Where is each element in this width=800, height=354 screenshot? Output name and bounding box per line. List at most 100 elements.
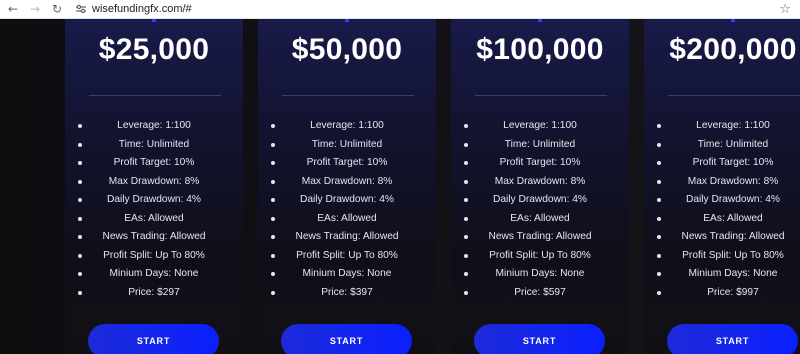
bullet-icon [464,290,468,295]
feature-item: Minium Days: None [258,265,436,284]
feature-text: Price: $997 [707,286,759,298]
feature-item: Price: $997 [644,284,800,303]
feature-item: Time: Unlimited [451,136,629,155]
feature-text: Max Drawdown: 8% [301,175,393,187]
feature-text: Time: Unlimited [118,138,190,150]
feature-text: Max Drawdown: 8% [108,175,200,187]
feature-list: Leverage: 1:100 Time: Unlimited Profit T… [258,117,436,302]
bullet-icon [657,253,661,258]
bullet-icon [464,142,468,147]
bullet-icon [657,124,661,128]
feature-text: Price: $297 [128,286,180,298]
forward-icon[interactable]: → [24,0,46,19]
plan-card-200k: $200,000 Leverage: 1:100 Time: Unlimited… [644,19,800,354]
bullet-icon [271,124,275,128]
feature-text: EAs: Allowed [124,212,184,224]
start-button[interactable]: START [667,324,798,354]
feature-item: Time: Unlimited [65,136,243,155]
bullet-icon [271,161,275,165]
feature-text: Price: $597 [514,286,566,298]
feature-text: Minium Days: None [302,268,392,279]
bullet-icon [271,235,275,239]
feature-item: Price: $297 [65,284,243,303]
bullet-icon [78,179,82,184]
feature-item: Daily Drawdown: 4% [258,191,436,210]
card-accent [731,19,735,22]
feature-text: Price: $397 [321,286,373,298]
bullet-icon [271,142,275,147]
feature-item: Leverage: 1:100 [451,117,629,136]
address-bar-url[interactable]: wisefundingfx.com/# [92,3,192,15]
plan-card-100k: $100,000 Leverage: 1:100 Time: Unlimited… [451,19,629,354]
plan-price: $50,000 [291,33,403,66]
feature-item: Max Drawdown: 8% [644,173,800,192]
feature-item: Profit Split: Up To 80% [451,247,629,266]
feature-item: EAs: Allowed [644,210,800,229]
feature-text: Daily Drawdown: 4% [493,194,587,205]
feature-text: Profit Target: 10% [692,157,774,168]
bullet-icon [271,198,275,202]
start-button[interactable]: START [88,324,219,354]
feature-text: Profit Split: Up To 80% [296,249,398,261]
bullet-icon [464,253,468,258]
bullet-icon [657,272,661,276]
bullet-icon [464,161,468,165]
feature-list: Leverage: 1:100 Time: Unlimited Profit T… [644,117,800,302]
bullet-icon [271,179,275,184]
bullet-icon [464,124,468,128]
feature-item: News Trading: Allowed [451,228,629,247]
feature-text: EAs: Allowed [317,212,377,224]
plan-price: $25,000 [98,33,210,66]
bullet-icon [78,161,82,165]
feature-text: EAs: Allowed [703,212,763,224]
feature-item: Minium Days: None [644,265,800,284]
feature-text: Minium Days: None [495,268,585,279]
bullet-icon [78,272,82,276]
feature-text: Daily Drawdown: 4% [107,194,201,205]
feature-item: Daily Drawdown: 4% [644,191,800,210]
bullet-icon [657,161,661,165]
feature-item: News Trading: Allowed [258,228,436,247]
feature-text: News Trading: Allowed [681,231,785,242]
feature-text: Daily Drawdown: 4% [686,194,780,205]
feature-item: Profit Target: 10% [65,154,243,173]
bullet-icon [271,272,275,276]
feature-item: Max Drawdown: 8% [451,173,629,192]
bullet-icon [657,179,661,184]
feature-item: Price: $597 [451,284,629,303]
card-accent [538,19,542,22]
bullet-icon [271,253,275,258]
plan-card-25k: $25,000 Leverage: 1:100 Time: Unlimited … [65,19,243,354]
bullet-icon [271,290,275,295]
bullet-icon [464,198,468,202]
feature-item: Daily Drawdown: 4% [451,191,629,210]
feature-text: Leverage: 1:100 [117,120,191,131]
feature-text: EAs: Allowed [510,212,570,224]
feature-list: Leverage: 1:100 Time: Unlimited Profit T… [451,117,629,302]
divider [282,95,414,96]
site-info-icon[interactable] [72,0,90,19]
bullet-icon [78,253,82,258]
feature-text: Leverage: 1:100 [310,120,384,131]
feature-item: Max Drawdown: 8% [65,173,243,192]
bullet-icon [78,124,82,128]
bookmark-star-icon[interactable]: ☆ [779,0,791,19]
start-button[interactable]: START [474,324,605,354]
feature-text: Minium Days: None [688,268,778,279]
feature-item: News Trading: Allowed [644,228,800,247]
bullet-icon [271,216,275,221]
start-button[interactable]: START [281,324,412,354]
feature-text: Max Drawdown: 8% [494,175,586,187]
feature-item: Leverage: 1:100 [258,117,436,136]
feature-item: Minium Days: None [451,265,629,284]
feature-item: EAs: Allowed [451,210,629,229]
divider [668,95,800,96]
reload-icon[interactable]: ↻ [46,0,68,19]
feature-item: Daily Drawdown: 4% [65,191,243,210]
feature-item: Profit Split: Up To 80% [258,247,436,266]
divider [89,95,221,96]
back-icon[interactable]: ← [2,0,24,19]
feature-item: Max Drawdown: 8% [258,173,436,192]
feature-text: News Trading: Allowed [102,231,206,242]
feature-text: Profit Split: Up To 80% [489,249,591,261]
